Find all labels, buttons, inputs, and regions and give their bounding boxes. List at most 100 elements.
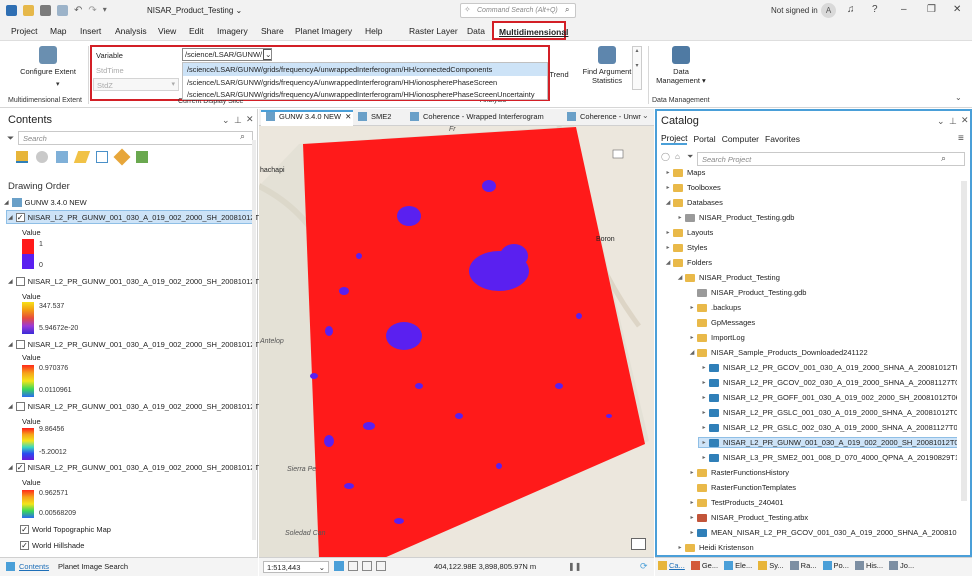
catalog-item[interactable]: GpMessages [687,318,755,327]
refresh-icon[interactable]: ⟳ [640,561,648,572]
catalog-item[interactable]: ▸ NISAR_L2_PR_GSLC_001_030_A_019_2000_SHN… [699,408,957,417]
pane-options-icon[interactable]: ⌄ [937,116,945,127]
tab-multidimensional[interactable]: Multidimensional [492,21,568,40]
tab-view[interactable]: View [158,26,176,36]
variable-select[interactable]: /science/LSAR/GUNW/⌄ [182,48,272,61]
layer-visibility-checkbox[interactable]: ✓ [15,213,25,222]
expand-caret-icon[interactable]: ▸ [663,184,673,191]
catalog-item[interactable]: NISAR_Product_Testing.gdb [687,288,806,297]
layer-item[interactable]: ◢ ✓ NISAR_L2_PR_GUNW_001_030_A_019_002_200… [8,213,269,222]
catalog-item[interactable]: ▸ Maps [663,168,705,177]
project-title[interactable]: NISAR_Product_Testing ⌄ [147,6,242,15]
expand-caret-icon[interactable]: ▸ [687,514,697,521]
redo-icon[interactable]: ↷ [88,5,96,16]
catalog-scrollbar[interactable] [961,181,967,501]
collapse-caret-icon[interactable]: ◢ [687,349,697,356]
save-icon[interactable] [40,5,51,16]
catalog-item[interactable]: ▸ NISAR_Product_Testing.gdb [675,213,794,222]
catalog-item[interactable]: ▸ Styles [663,243,707,252]
stdz-select[interactable]: StdZ ▾ [93,78,179,91]
signin-status[interactable]: Not signed in [771,6,818,15]
catalog-item[interactable]: ◢ Databases [663,198,723,207]
home-icon[interactable]: ⌂ [675,152,680,161]
undo-icon[interactable]: ↶ [74,5,82,16]
catalog-item[interactable]: ▸ NISAR_L3_PR_SME2_001_008_D_070_4000_QPN… [699,453,957,462]
layer-visibility-checkbox[interactable]: ✓ [20,525,29,534]
configure-extent-caret[interactable]: ▾ [56,80,60,88]
expand-caret-icon[interactable]: ▸ [699,454,709,461]
expand-caret-icon[interactable]: ▸ [675,214,685,221]
right-bottom-tab[interactable]: Po... [822,561,849,570]
map-tab-gunw[interactable]: GUNW 3.4.0 NEW ✕ [266,112,351,121]
layer-visibility-checkbox[interactable] [15,340,25,349]
catalog-item[interactable]: ▸ .backups [687,303,741,312]
map-view[interactable]: hachapi Antelop Sierra Pe Soledad Can Bo… [259,126,654,557]
catalog-item[interactable]: ▸ NISAR_L2_PR_GOFF_001_030_A_019_002_2000… [699,393,957,402]
restore-button[interactable]: ❐ [927,4,936,15]
pin-icon[interactable]: ⊥ [949,116,957,127]
tab-imagery[interactable]: Imagery [217,26,248,36]
expand-caret-icon[interactable]: ▸ [687,469,697,476]
tab-map[interactable]: Map [50,26,67,36]
catalog-item[interactable]: ◢ NISAR_Sample_Products_Downloaded241122 [687,348,868,357]
pause-drawing-icon[interactable]: ❚❚ [568,562,581,571]
find-argument-statistics-button[interactable]: Find Argument Statistics [578,46,636,85]
notifications-icon[interactable]: ♫ [847,4,855,15]
configure-extent-button[interactable]: Configure Extent [18,46,78,76]
data-management-button[interactable]: Data Management ▾ [652,46,710,85]
close-button[interactable]: ✕ [953,4,961,15]
tab-share[interactable]: Share [261,26,284,36]
source-icon[interactable] [36,151,48,163]
close-tab-icon[interactable]: ✕ [345,112,351,121]
minimize-button[interactable]: – [901,4,907,15]
right-bottom-tab[interactable]: His... [854,561,883,570]
expand-caret-icon[interactable]: ▸ [687,334,697,341]
pin-icon[interactable]: ⊥ [234,115,242,126]
expand-caret-icon[interactable]: ▸ [663,169,673,176]
drawing-order-icon[interactable] [16,151,28,163]
tab-insert[interactable]: Insert [80,26,101,36]
variable-option[interactable]: /science/LSAR/GUNW/grids/frequencyA/unwr… [183,88,547,101]
right-bottom-tab[interactable]: Ca... [658,561,685,570]
new-project-icon[interactable] [57,5,68,16]
right-bottom-tab[interactable]: Sy... [758,561,784,570]
catalog-item[interactable]: ▸ RasterFunctionsHistory [687,468,788,477]
expand-caret-icon[interactable]: ▸ [663,229,673,236]
variable-option[interactable]: /science/LSAR/GUNW/grids/frequencyA/unwr… [183,76,547,89]
expand-caret-icon[interactable]: ▸ [699,394,709,401]
tab-analysis[interactable]: Analysis [115,26,147,36]
right-bottom-tab[interactable]: Ele... [724,561,752,570]
gallery-scroll[interactable]: ▴ ▾ [632,46,642,90]
catalog-item[interactable]: ▸ Toolboxes [663,183,720,192]
customize-dropdown-icon[interactable]: ▾ [103,5,107,16]
tab-planet-imagery[interactable]: Planet Imagery [295,26,352,36]
right-bottom-tab[interactable]: Ra... [789,561,817,570]
pane-options-icon[interactable]: ⌄ [222,115,230,126]
layer-item[interactable]: ◢ NISAR_L2_PR_GUNW_001_030_A_019_002_2000… [8,402,269,411]
map-tab-sme2[interactable]: SME2 [358,112,391,121]
collapse-caret-icon[interactable]: ◢ [663,259,673,266]
rotation-icon[interactable] [376,561,386,571]
layer-visibility-checkbox[interactable]: ✓ [15,463,25,472]
variable-option[interactable]: /science/LSAR/GUNW/grids/frequencyA/unwr… [183,63,547,76]
avatar[interactable]: A [821,3,836,18]
catalog-item[interactable]: ▸ MEAN_NISAR_L2_PR_GCOV_001_030_A_019_200… [687,528,957,537]
catalog-item[interactable]: ◢ NISAR_Product_Testing [675,273,780,282]
snapping-icon[interactable] [96,151,108,163]
snapping-icon[interactable] [362,561,372,571]
catalog-item[interactable]: ▸ TestProducts_240401 [687,498,783,507]
tab-list-dropdown-icon[interactable]: ⌄ [642,111,649,120]
catalog-item[interactable]: ▸ NISAR_L2_PR_GSLC_002_030_A_019_2000_SHN… [699,423,957,432]
bottom-tab-contents[interactable]: Contents [6,562,49,571]
expand-caret-icon[interactable]: ▸ [699,424,709,431]
close-pane-icon[interactable]: ✕ [246,114,254,125]
tab-project[interactable]: Project [11,26,37,36]
catalog-item[interactable]: ▸ NISAR_L2_PR_GCOV_002_030_A_019_2000_SHN… [699,378,957,387]
bottom-tab-planet-search[interactable]: Planet Image Search [58,562,128,571]
catalog-item[interactable]: ▸ Heidi Kristenson [675,543,753,552]
filter-icon[interactable]: ⏷ [687,152,693,162]
expand-caret-icon[interactable]: ▸ [699,364,709,371]
basemap-item[interactable]: ✓ World Hillshade [20,541,84,550]
catalog-tab-project[interactable]: Project [661,133,688,145]
editing-icon[interactable] [73,151,91,163]
